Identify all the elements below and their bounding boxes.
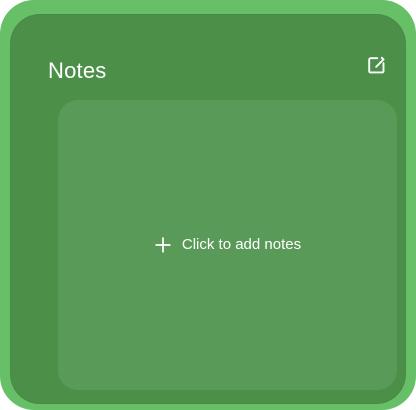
widget-title: Notes — [48, 58, 107, 83]
edit-square-icon[interactable] — [364, 53, 388, 77]
add-notes-area[interactable]: Click to add notes — [58, 100, 397, 390]
screen-frame: Notes Click to add notes — [0, 0, 416, 410]
add-notes-label: Click to add notes — [181, 236, 302, 253]
notes-widget: Notes Click to add notes — [10, 14, 406, 404]
plus-icon — [155, 237, 171, 253]
add-notes-row[interactable]: Click to add notes — [58, 100, 397, 390]
